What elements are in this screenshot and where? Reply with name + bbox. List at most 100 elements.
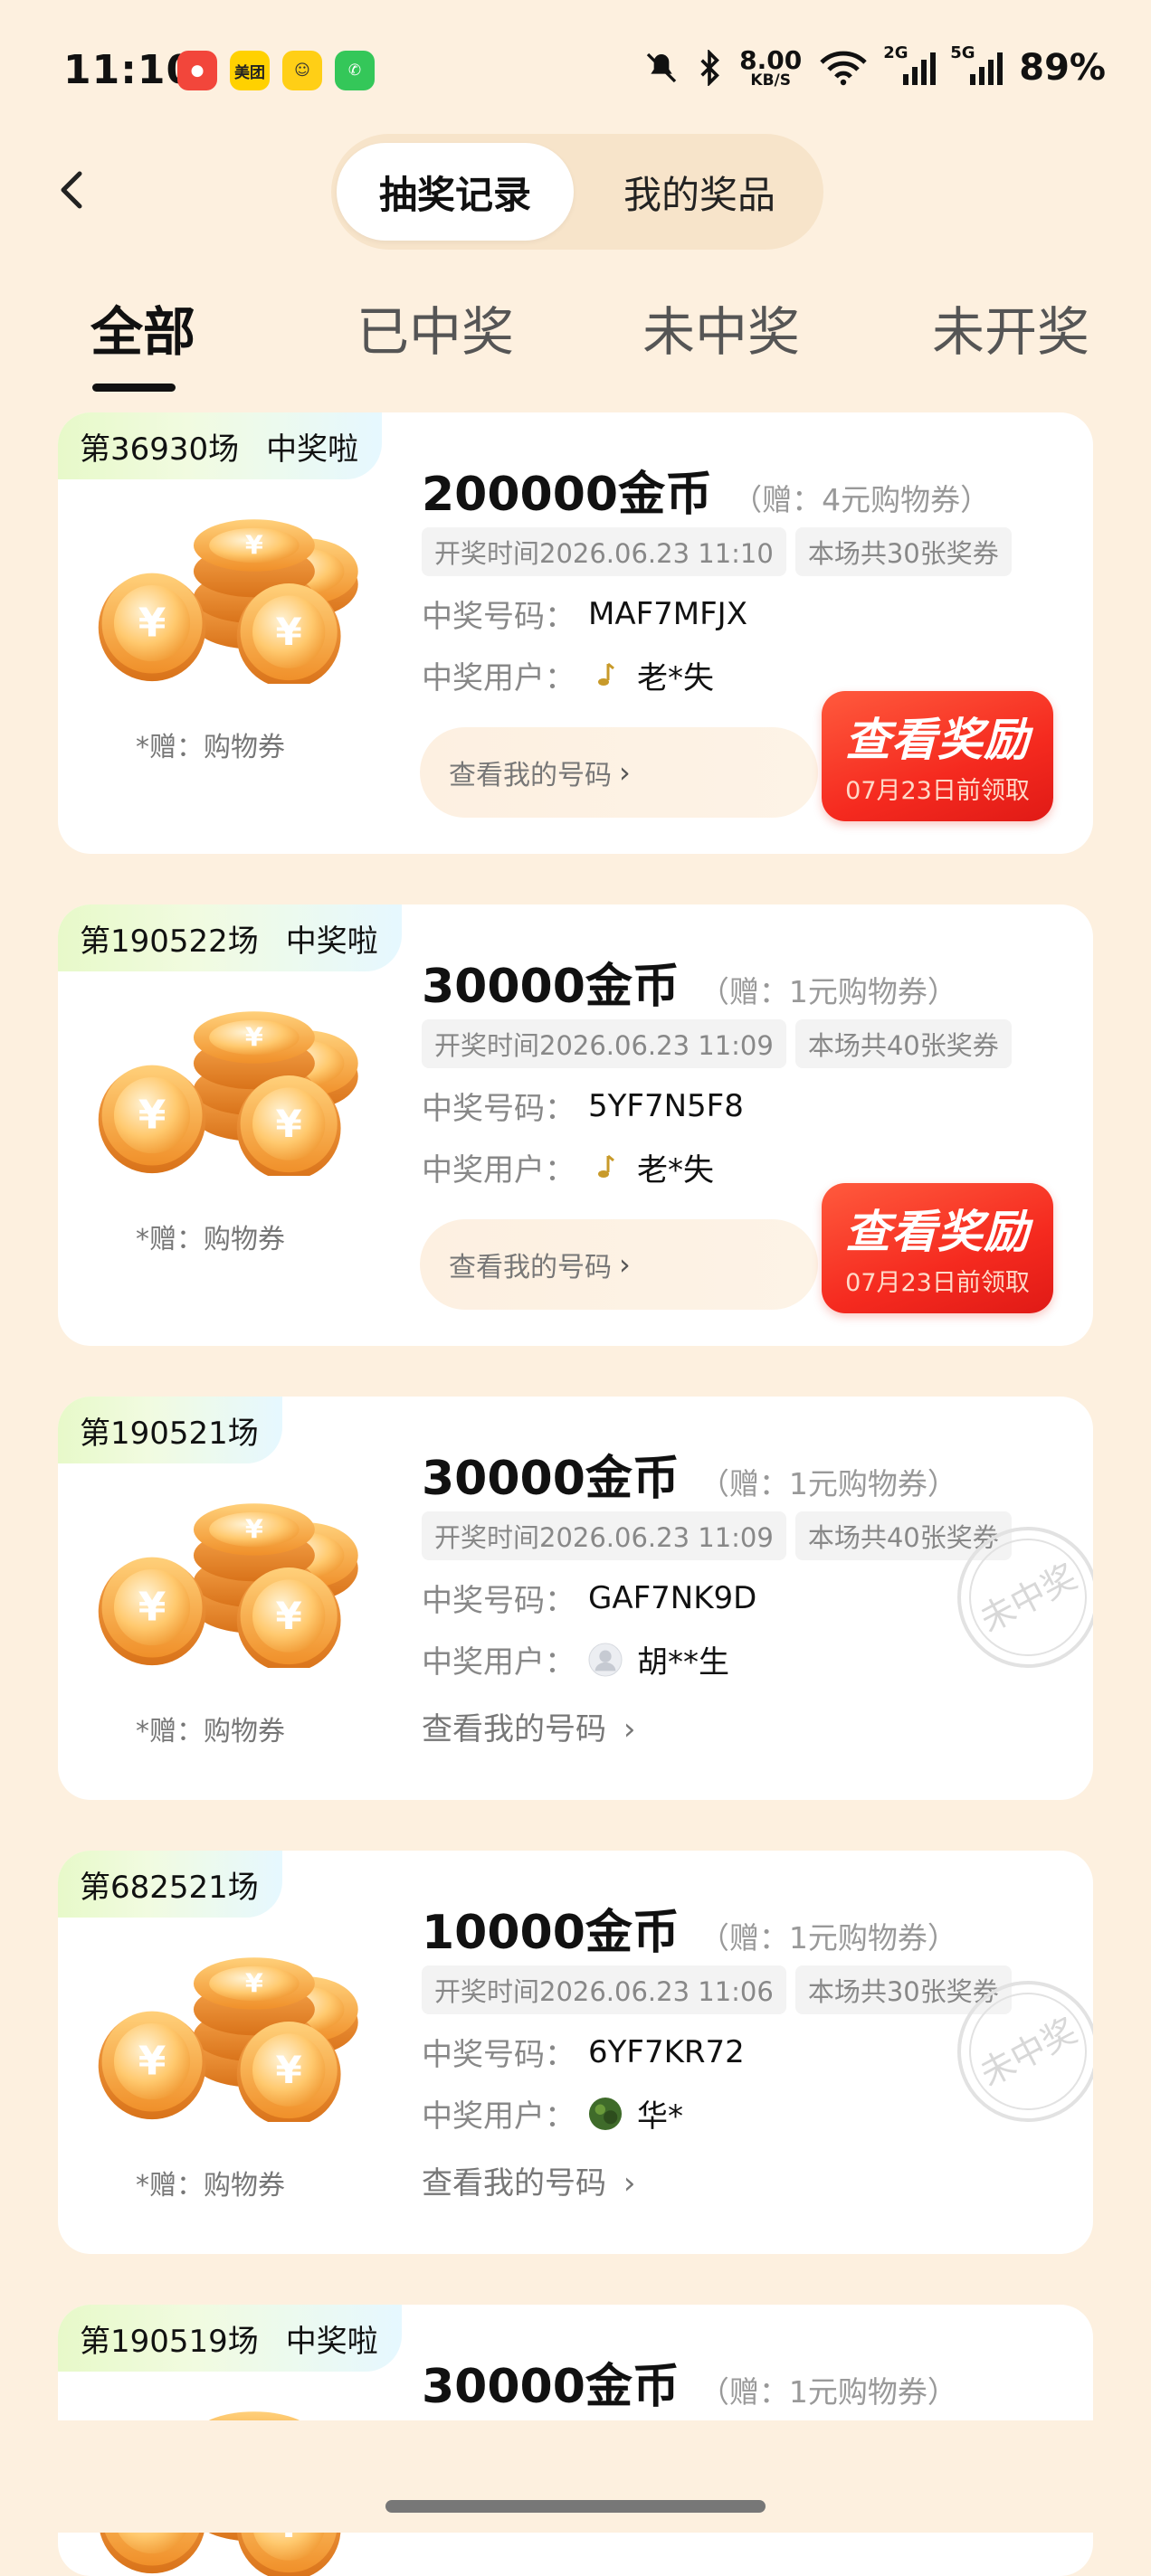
filter-tab-all[interactable]: 全部: [90, 289, 195, 365]
battery-level: 89%: [1019, 47, 1106, 89]
signal-5g-icon: 5G: [950, 43, 1004, 85]
not-won-stamp-text: 未中奖: [974, 1557, 1083, 1640]
mute-bell-icon: [646, 52, 677, 83]
draw-time-chip: 开奖时间2026.06.23 11:09: [422, 1511, 786, 1560]
win-user-label: 中奖用户：: [422, 1644, 576, 1681]
win-user-label: 中奖用户：: [422, 2098, 576, 2135]
record-card[interactable]: 第190521场 *赠：购物券 30000金币 （赠：1元购物券） 开奖时间20…: [58, 1397, 1093, 1800]
record-card[interactable]: 第682521场 *赠：购物券 10000金币 （赠：1元购物券） 开奖时间20…: [58, 1851, 1093, 2254]
win-code-row: 中奖号码： GAF7NK9D: [422, 1576, 756, 1620]
tickets-chip: 本场共30张奖券: [794, 527, 1012, 576]
prize-bonus: （赠：4元购物券）: [732, 482, 991, 517]
prize-bonus: （赠：1元购物券）: [699, 2374, 957, 2410]
default-avatar-icon: [588, 1642, 623, 1677]
win-user-row: 中奖用户： 老*失: [422, 1145, 714, 1189]
view-my-code-link[interactable]: 查看我的号码 ›: [422, 2158, 635, 2202]
session-number: 第36930场: [80, 431, 240, 468]
session-tag: 第36930场 中奖啦: [58, 412, 383, 479]
view-my-code-label: 查看我的号码: [422, 1711, 606, 1747]
session-tag: 第682521场: [58, 1851, 282, 1918]
draw-meta: 开奖时间2026.06.23 11:06 本场共30张奖券: [422, 1965, 1012, 2014]
view-my-code-label: 查看我的号码: [422, 2165, 606, 2202]
prize-title: 10000金币 （赠：1元购物券）: [422, 1894, 957, 1962]
won-tag: 中奖啦: [266, 431, 359, 468]
win-code-row: 中奖号码： 5YF7N5F8: [422, 1084, 744, 1128]
chevron-right-icon: ›: [623, 2165, 636, 2202]
photo-avatar-icon: [588, 2097, 623, 2131]
prize-bonus: （赠：1元购物券）: [699, 1466, 957, 1501]
view-reward-label: 查看奖励: [845, 714, 1030, 766]
not-won-stamp-icon: 未中奖: [957, 1981, 1093, 2122]
view-my-code-label: 查看我的号码: [449, 1252, 612, 1283]
gold-coins-icon: [98, 1011, 358, 1176]
win-user-row: 中奖用户： 老*失: [422, 653, 714, 697]
win-user-label: 中奖用户：: [422, 1152, 576, 1189]
tab-draw-records[interactable]: 抽奖记录: [337, 143, 574, 241]
win-code-value: 6YF7KR72: [588, 2033, 745, 2070]
gift-note: *赠：购物券: [136, 2170, 285, 2202]
session-tag: 第190521场: [58, 1397, 282, 1463]
app-icon-1: ●: [177, 51, 217, 90]
gold-coins-icon: [98, 519, 358, 684]
phone-icon: ✆: [335, 51, 375, 90]
filter-tab-lost[interactable]: 未中奖: [642, 289, 800, 365]
prize-title: 200000金币 （赠：4元购物券）: [422, 456, 990, 524]
view-my-code-link[interactable]: 查看我的号码 ›: [422, 1704, 635, 1748]
session-number: 第190521场: [80, 1415, 259, 1452]
win-code-label: 中奖号码：: [422, 599, 576, 635]
win-user-name: 老*失: [637, 660, 714, 696]
draw-meta: 开奖时间2026.06.23 11:09 本场共40张奖券: [422, 1511, 1012, 1560]
view-my-code-button[interactable]: 查看我的号码 ›: [420, 1219, 818, 1310]
win-code-row: 中奖号码： MAF7MFJX: [422, 592, 747, 636]
chevron-right-icon: ›: [623, 1711, 636, 1747]
signal-2g-icon: 2G: [883, 43, 937, 85]
session-number: 第190519场: [80, 2323, 259, 2360]
gift-note: *赠：购物券: [136, 1716, 285, 1747]
gold-coins-icon: [98, 1957, 358, 2122]
gift-note: *赠：购物券: [136, 732, 285, 763]
win-code-row: 中奖号码： 6YF7KR72: [422, 2030, 745, 2074]
home-indicator[interactable]: [385, 2500, 766, 2513]
prize-title: 30000金币 （赠：1元购物券）: [422, 2348, 957, 2416]
win-code-label: 中奖号码：: [422, 2037, 576, 2073]
draw-meta: 开奖时间2026.06.23 11:09 本场共40张奖券: [422, 1019, 1012, 1068]
tab-my-prizes[interactable]: 我的奖品: [581, 143, 818, 241]
app-icon-3: ☺: [282, 51, 322, 90]
win-code-label: 中奖号码：: [422, 1583, 576, 1619]
session-tag: 第190519场 中奖啦: [58, 2305, 402, 2372]
record-card[interactable]: 第36930场 中奖啦 *赠：购物券 200000金币 （赠：4元购物券） 开奖…: [58, 412, 1093, 854]
status-bar: 11:10 ● 美团 ☺ ✆ 8.00 KB/S 2G 5G 89%: [0, 0, 1151, 145]
filter-tabs: 全部 已中奖 未中奖 未开奖: [0, 289, 1151, 407]
prize-amount: 30000金币: [422, 960, 680, 1014]
draw-time-chip: 开奖时间2026.06.23 11:09: [422, 1019, 786, 1068]
prize-amount: 30000金币: [422, 1452, 680, 1506]
view-my-code-button[interactable]: 查看我的号码 ›: [420, 727, 818, 818]
prize-title: 30000金币 （赠：1元购物券）: [422, 948, 957, 1016]
win-user-name: 老*失: [637, 1152, 714, 1189]
win-code-value: 5YF7N5F8: [588, 1087, 744, 1124]
win-code-value: MAF7MFJX: [588, 595, 747, 632]
back-button[interactable]: [45, 163, 100, 217]
win-code-label: 中奖号码：: [422, 1091, 576, 1127]
status-right: 8.00 KB/S 2G 5G 89%: [643, 43, 1106, 89]
draw-meta: 开奖时间2026.06.23 11:10 本场共30张奖券: [422, 527, 1012, 576]
gift-note: *赠：购物券: [136, 1224, 285, 1255]
chevron-right-icon: ›: [619, 1247, 631, 1282]
not-won-stamp-text: 未中奖: [974, 2011, 1083, 2094]
view-reward-button[interactable]: 查看奖励 07月23日前领取: [822, 1183, 1053, 1313]
prize-title: 30000金币 （赠：1元购物券）: [422, 1440, 957, 1508]
bluetooth-icon: [700, 50, 720, 86]
chevron-right-icon: ›: [619, 755, 631, 790]
view-my-code-label: 查看我的号码: [449, 760, 612, 791]
record-card[interactable]: 第190522场 中奖啦 *赠：购物券 30000金币 （赠：1元购物券） 开奖…: [58, 904, 1093, 1346]
active-tab-indicator: [92, 384, 176, 392]
bottom-area: [0, 2420, 1151, 2533]
meituan-icon: 美团: [230, 51, 270, 90]
filter-tab-pending[interactable]: 未开奖: [932, 289, 1089, 365]
not-won-stamp-icon: 未中奖: [957, 1527, 1093, 1668]
notification-app-icons: ● 美团 ☺ ✆: [177, 51, 375, 90]
filter-tab-won[interactable]: 已中奖: [357, 289, 514, 365]
session-number: 第190522场: [80, 923, 259, 960]
view-reward-button[interactable]: 查看奖励 07月23日前领取: [822, 691, 1053, 821]
reward-deadline: 07月23日前领取: [845, 777, 1030, 805]
